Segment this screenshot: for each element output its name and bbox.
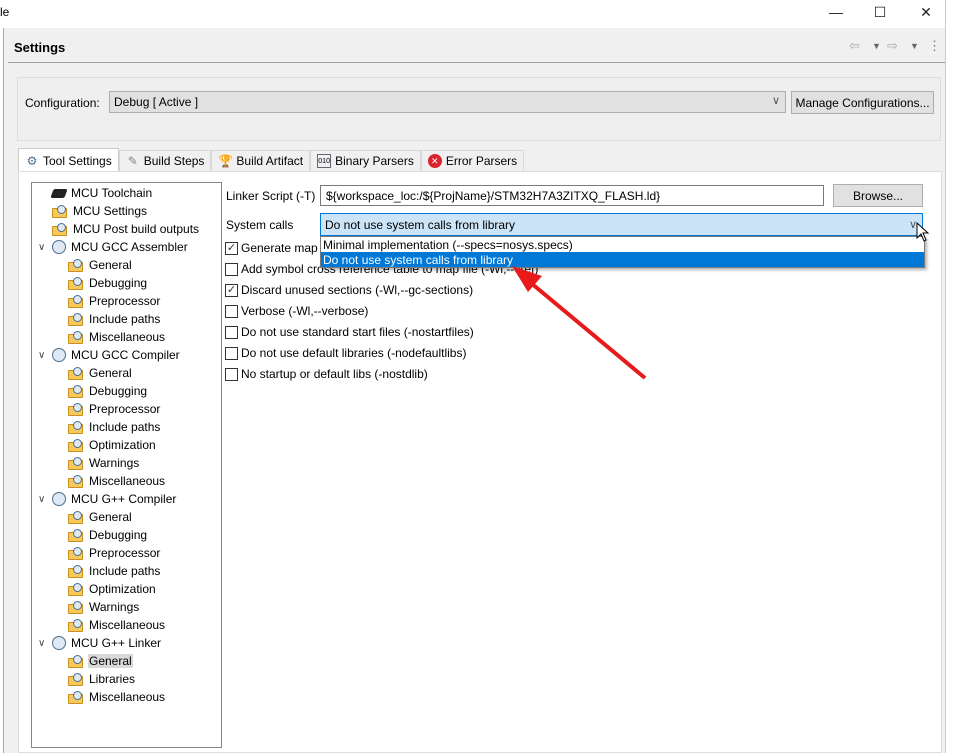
arrow-shaft [523,276,647,380]
mouse-cursor-icon [916,222,930,242]
red-annotation-arrow [512,266,647,380]
